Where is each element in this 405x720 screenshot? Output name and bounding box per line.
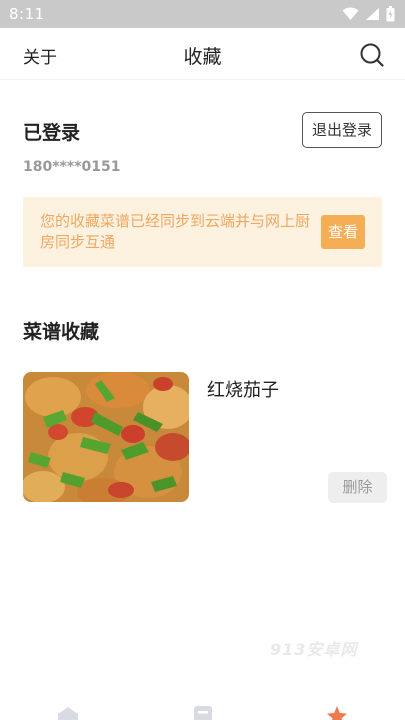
wifi-icon <box>342 7 359 20</box>
home-icon[interactable] <box>57 706 79 720</box>
recipe-name[interactable]: 红烧茄子 <box>207 376 279 402</box>
delete-button[interactable]: 删除 <box>328 472 387 503</box>
top-nav-bar: 关于 收藏 <box>0 28 405 80</box>
logout-button[interactable]: 退出登录 <box>302 112 382 148</box>
favorites-section-title: 菜谱收藏 <box>23 321 100 343</box>
status-time: 8:11 <box>9 5 45 23</box>
page-title: 收藏 <box>183 46 222 68</box>
favorite-icon[interactable] <box>326 706 348 720</box>
recipe-thumbnail[interactable] <box>23 372 189 502</box>
phone-number: 180****0151 <box>23 159 121 175</box>
sync-banner: 您的收藏菜谱已经同步到云端并与网上厨房同步互通 查看 <box>23 197 382 267</box>
watermark-text: 913安卓网 <box>270 640 358 659</box>
recipe-book-icon[interactable] <box>192 706 214 720</box>
login-status-title: 已登录 <box>23 122 81 144</box>
battery-icon <box>386 6 395 22</box>
bottom-tab-bar <box>0 700 405 720</box>
status-bar: 8:11 <box>0 0 405 28</box>
status-icons <box>342 5 395 23</box>
sync-banner-text: 您的收藏菜谱已经同步到云端并与网上厨房同步互通 <box>40 212 311 251</box>
search-icon[interactable] <box>359 42 385 68</box>
cellular-signal-icon <box>366 8 379 20</box>
view-button[interactable]: 查看 <box>321 215 365 249</box>
